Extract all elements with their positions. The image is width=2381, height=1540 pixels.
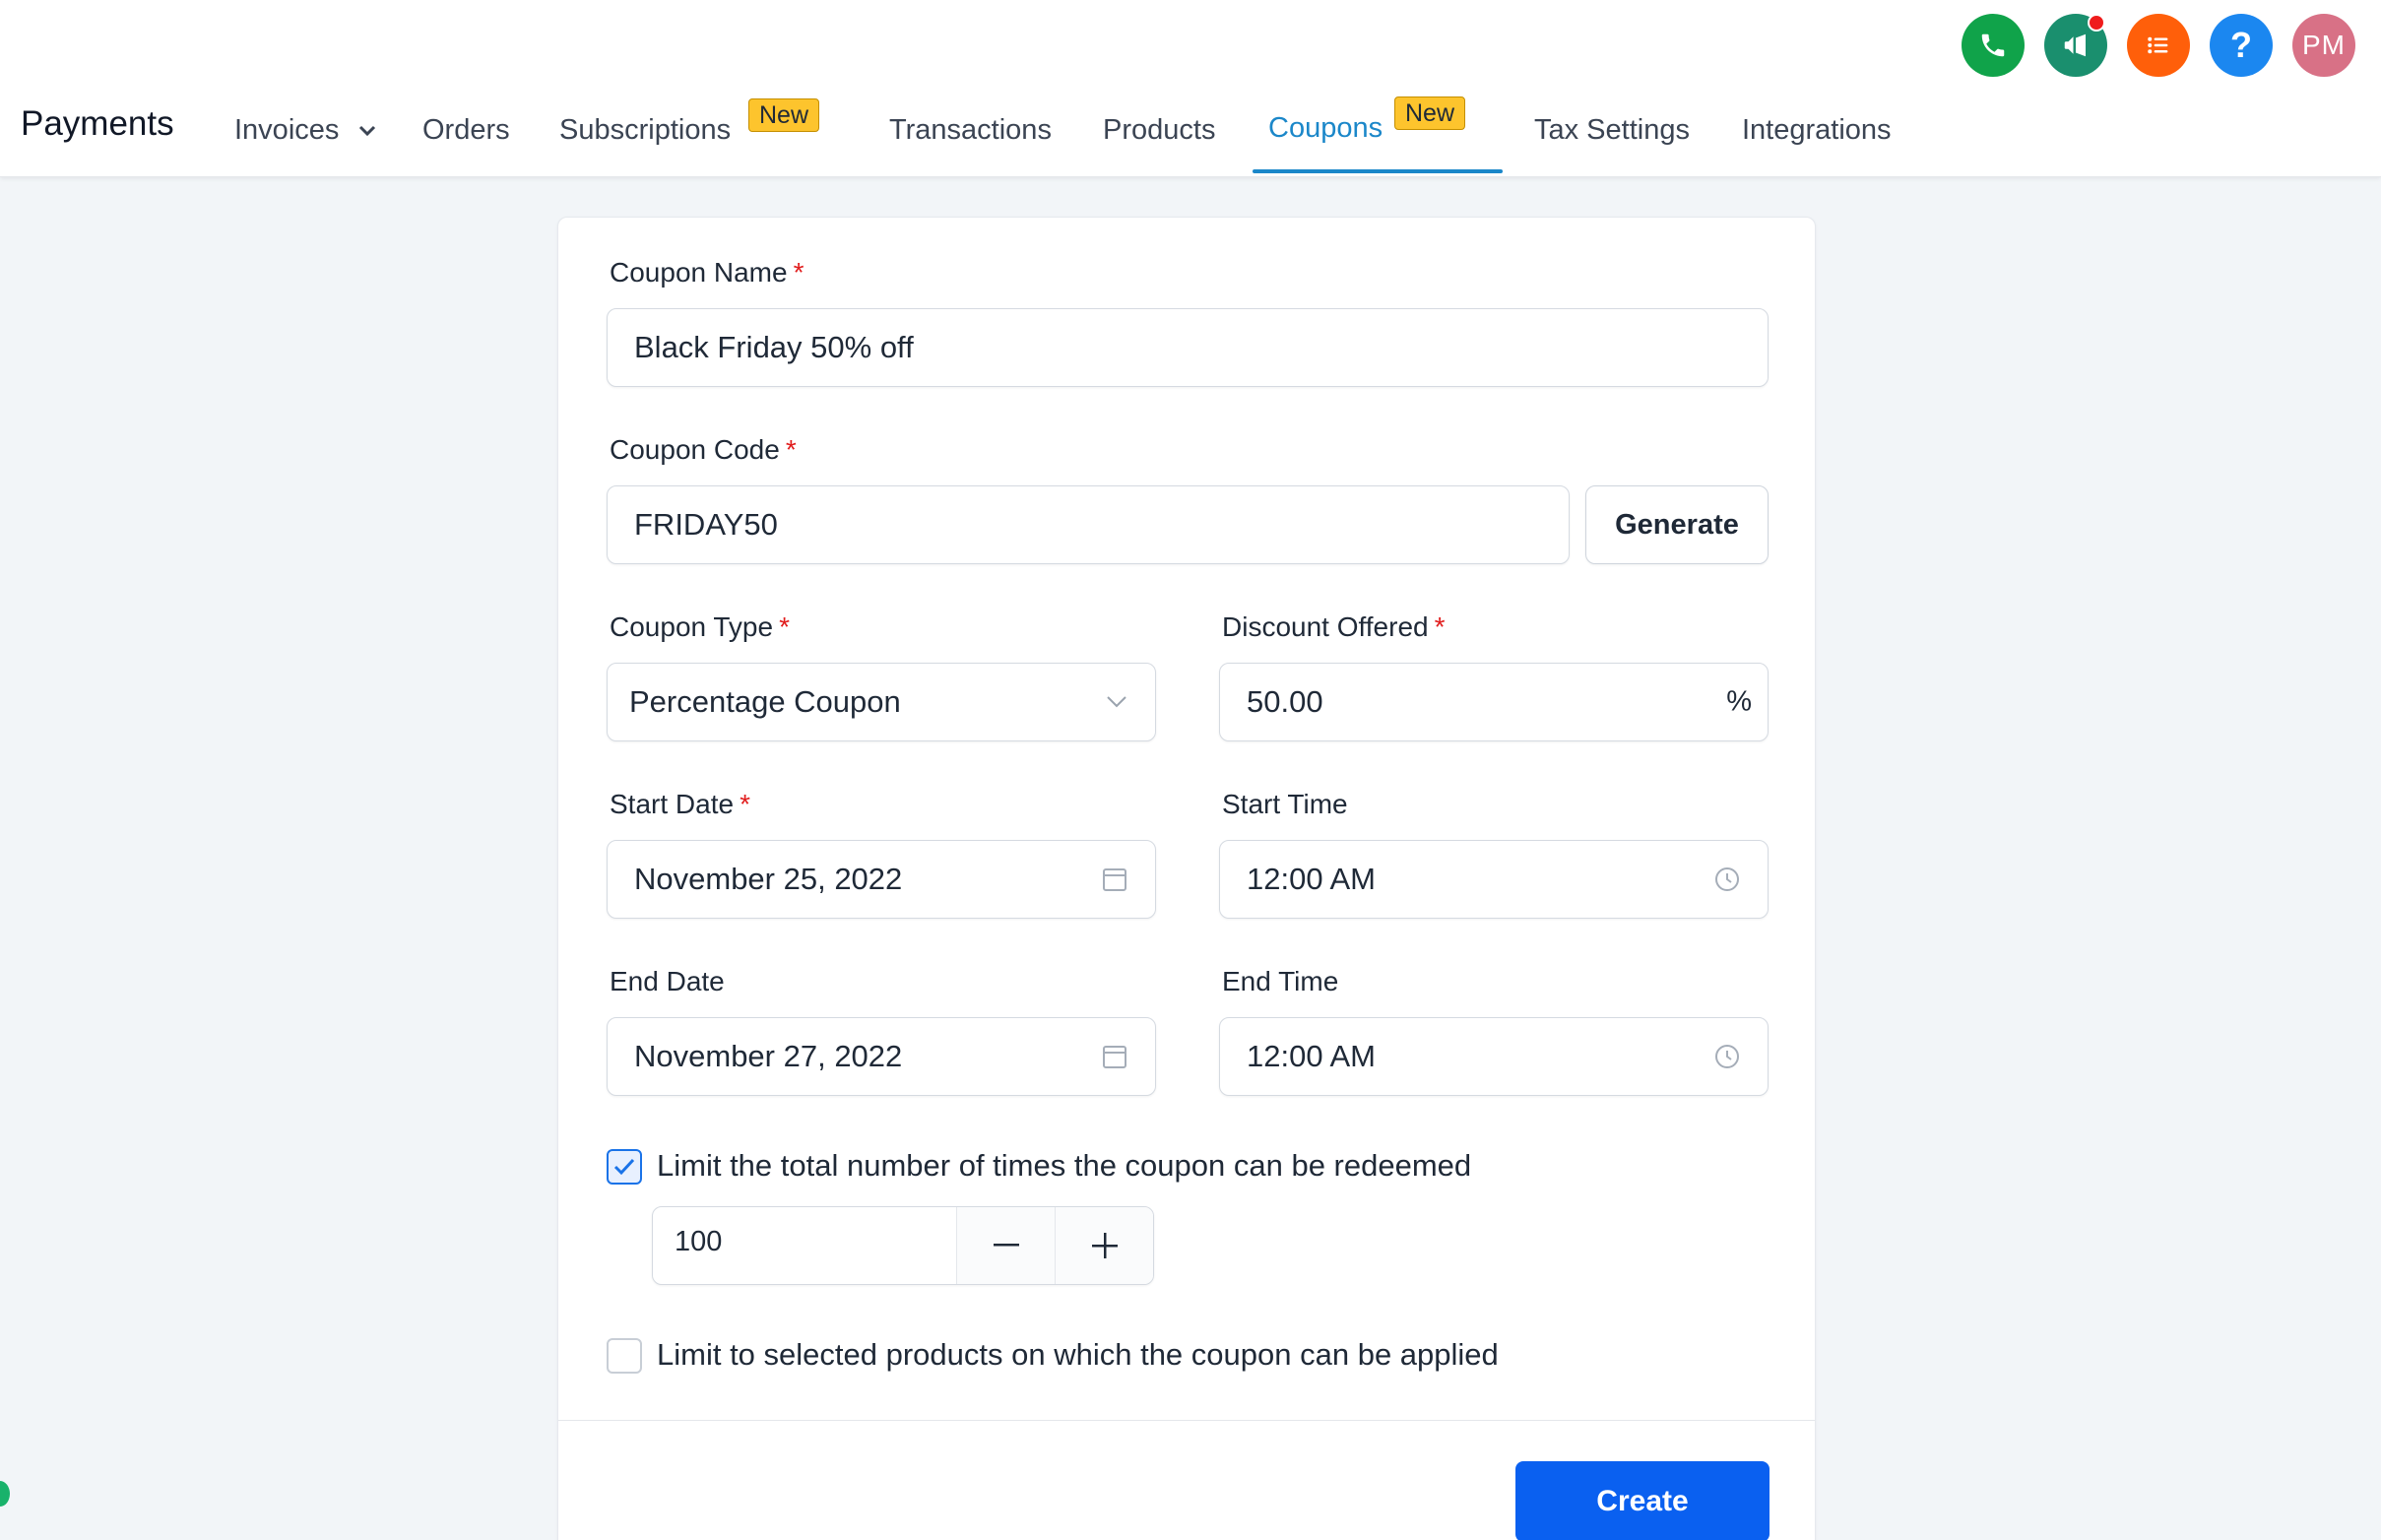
avatar[interactable]: PM bbox=[2292, 14, 2355, 77]
required-mark: * bbox=[1434, 611, 1446, 642]
tab-coupons[interactable]: Coupons bbox=[1268, 112, 1383, 145]
decrement-button[interactable] bbox=[956, 1207, 1055, 1284]
avatar-initials: PM bbox=[2302, 30, 2346, 60]
calendar-icon bbox=[1103, 868, 1126, 891]
calendar-icon bbox=[1103, 1046, 1126, 1068]
end-time-input[interactable]: 12:00 AM bbox=[1219, 1017, 1769, 1096]
top-header: ? PM Payments Invoices Orders Subscripti… bbox=[0, 0, 2381, 177]
tab-transactions[interactable]: Transactions bbox=[889, 114, 1052, 147]
discount-offered-label: Discount Offered * bbox=[1222, 611, 1446, 642]
end-time-label: End Time bbox=[1222, 966, 1339, 996]
create-button[interactable]: Create bbox=[1515, 1461, 1770, 1540]
notification-dot bbox=[2088, 14, 2105, 32]
footer-divider bbox=[558, 1420, 1815, 1421]
tab-orders[interactable]: Orders bbox=[422, 114, 510, 147]
header-actions: ? PM bbox=[1962, 14, 2355, 77]
start-date-input[interactable]: November 25, 2022 bbox=[607, 840, 1156, 919]
coupon-type-select[interactable]: Percentage Coupon bbox=[607, 663, 1156, 741]
coupon-type-value: Percentage Coupon bbox=[629, 684, 901, 719]
help-icon: ? bbox=[2230, 25, 2252, 65]
plus-icon bbox=[1091, 1233, 1118, 1258]
coupon-code-label: Coupon Code * bbox=[610, 434, 797, 465]
increment-button[interactable] bbox=[1055, 1207, 1153, 1284]
coupon-name-input[interactable]: Black Friday 50% off bbox=[607, 308, 1769, 387]
chevron-down-icon bbox=[359, 126, 376, 137]
coupon-code-input[interactable]: FRIDAY50 bbox=[607, 485, 1570, 564]
tasks-button[interactable] bbox=[2127, 14, 2190, 77]
coupon-name-value: Black Friday 50% off bbox=[634, 330, 914, 364]
redemption-limit-stepper: 100 bbox=[652, 1206, 1154, 1285]
start-time-label: Start Time bbox=[1222, 789, 1348, 819]
megaphone-icon bbox=[2064, 33, 2086, 57]
announcements-button[interactable] bbox=[2044, 14, 2107, 77]
phone-icon bbox=[1981, 33, 2005, 57]
limit-products-checkbox[interactable] bbox=[607, 1338, 642, 1374]
side-widget-icon[interactable] bbox=[0, 1481, 10, 1507]
discount-offered-value: 50.00 bbox=[1247, 684, 1323, 719]
new-badge: New bbox=[1394, 96, 1466, 130]
tab-invoices-label: Invoices bbox=[234, 114, 340, 146]
end-date-label: End Date bbox=[610, 966, 725, 996]
start-date-value: November 25, 2022 bbox=[634, 862, 903, 896]
minus-icon bbox=[993, 1244, 1019, 1247]
start-time-value: 12:00 AM bbox=[1247, 862, 1376, 896]
end-date-input[interactable]: November 27, 2022 bbox=[607, 1017, 1156, 1096]
new-badge: New bbox=[748, 98, 820, 132]
coupon-name-label: Coupon Name * bbox=[610, 257, 804, 288]
tab-tax-settings[interactable]: Tax Settings bbox=[1534, 114, 1690, 147]
limit-redemptions-checkbox[interactable] bbox=[607, 1149, 642, 1185]
required-mark: * bbox=[740, 789, 750, 819]
start-date-label: Start Date * bbox=[610, 789, 750, 819]
start-time-input[interactable]: 12:00 AM bbox=[1219, 840, 1769, 919]
tab-invoices[interactable]: Invoices bbox=[234, 114, 376, 147]
list-icon bbox=[2148, 36, 2168, 54]
active-tab-indicator bbox=[1253, 169, 1503, 173]
checkmark-icon bbox=[613, 1158, 635, 1176]
limit-redemptions-label: Limit the total number of times the coup… bbox=[657, 1148, 1472, 1183]
coupon-form-card: Coupon Name * Black Friday 50% off Coupon… bbox=[557, 217, 1816, 1540]
app-title: Payments bbox=[21, 104, 174, 143]
coupon-type-label: Coupon Type * bbox=[610, 611, 790, 642]
percent-suffix: % bbox=[1726, 685, 1752, 718]
tab-subscriptions[interactable]: Subscriptions bbox=[559, 114, 731, 147]
clock-icon bbox=[1715, 1045, 1739, 1068]
required-mark: * bbox=[779, 611, 790, 642]
required-mark: * bbox=[785, 434, 797, 465]
tab-integrations[interactable]: Integrations bbox=[1742, 114, 1892, 147]
discount-offered-input[interactable]: 50.00 % bbox=[1219, 663, 1769, 741]
tab-products[interactable]: Products bbox=[1103, 114, 1215, 147]
help-button[interactable]: ? bbox=[2210, 14, 2273, 77]
end-date-value: November 27, 2022 bbox=[634, 1039, 903, 1073]
limit-products-label: Limit to selected products on which the … bbox=[657, 1337, 1499, 1372]
redemption-limit-input[interactable]: 100 bbox=[653, 1207, 956, 1284]
clock-icon bbox=[1715, 867, 1739, 891]
generate-button[interactable]: Generate bbox=[1585, 485, 1769, 564]
coupon-code-value: FRIDAY50 bbox=[634, 507, 778, 542]
phone-button[interactable] bbox=[1962, 14, 2025, 77]
end-time-value: 12:00 AM bbox=[1247, 1039, 1376, 1073]
chevron-down-icon bbox=[1107, 696, 1126, 708]
required-mark: * bbox=[793, 257, 804, 288]
